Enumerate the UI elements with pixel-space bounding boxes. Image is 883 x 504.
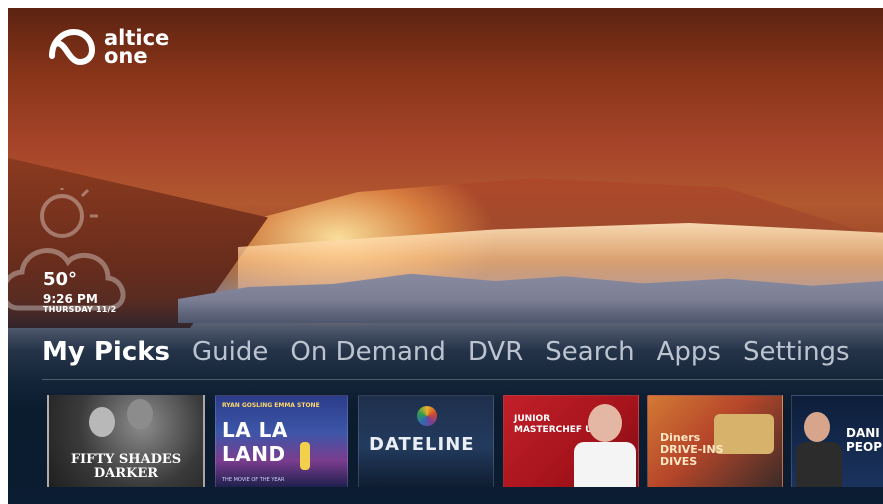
nav-settings[interactable]: Settings xyxy=(743,337,850,367)
current-time: 9:26 PM xyxy=(43,292,98,306)
tile-tagline: THE MOVIE OF THE YEAR xyxy=(222,477,285,483)
tile-title: Diners DRIVE-INS DIVES xyxy=(660,431,724,468)
tile-diners-drive-ins-dives[interactable]: Diners DRIVE-INS DIVES xyxy=(647,395,783,487)
sun-rays xyxy=(238,118,398,258)
nav-divider xyxy=(42,379,883,380)
tile-title: LA LA LAND xyxy=(222,418,288,466)
tile-dani-people[interactable]: DANI PEOPLE xyxy=(791,395,883,487)
tile-title: DANI PEOPLE xyxy=(846,426,883,454)
my-picks-carousel: FIFTY SHADES DARKER RYAN GOSLING EMMA ST… xyxy=(47,395,883,487)
brand-logo: altice one xyxy=(46,26,169,68)
nav-guide[interactable]: Guide xyxy=(192,337,268,367)
nav-dvr[interactable]: DVR xyxy=(468,337,523,367)
nav-search[interactable]: Search xyxy=(545,337,634,367)
tile-cast: RYAN GOSLING EMMA STONE xyxy=(222,402,320,409)
altice-logo-icon xyxy=(49,28,96,66)
temperature: 50° xyxy=(43,269,78,290)
current-date: THURSDAY 11/2 xyxy=(43,305,117,314)
tile-dateline[interactable]: DATELINE xyxy=(358,395,494,487)
altice-one-home-screen: altice one 50° 9:26 PM THURSDAY 11/2 My … xyxy=(0,0,883,504)
nav-on-demand[interactable]: On Demand xyxy=(290,337,445,367)
nav-my-picks[interactable]: My Picks xyxy=(42,337,170,367)
tile-title: DATELINE xyxy=(369,434,475,455)
brand-wordmark: altice one xyxy=(104,28,169,67)
nav-apps[interactable]: Apps xyxy=(657,337,721,367)
main-navigation: My Picks Guide On Demand DVR Search Apps… xyxy=(42,337,850,367)
tile-junior-masterchef-usa[interactable]: JUNIOR MASTERCHEF USA xyxy=(503,395,639,487)
tile-fifty-shades-darker[interactable]: FIFTY SHADES DARKER xyxy=(47,395,205,487)
tile-title: FIFTY SHADES DARKER xyxy=(70,452,182,481)
tile-la-la-land[interactable]: RYAN GOSLING EMMA STONE LA LA LAND THE M… xyxy=(215,395,348,487)
